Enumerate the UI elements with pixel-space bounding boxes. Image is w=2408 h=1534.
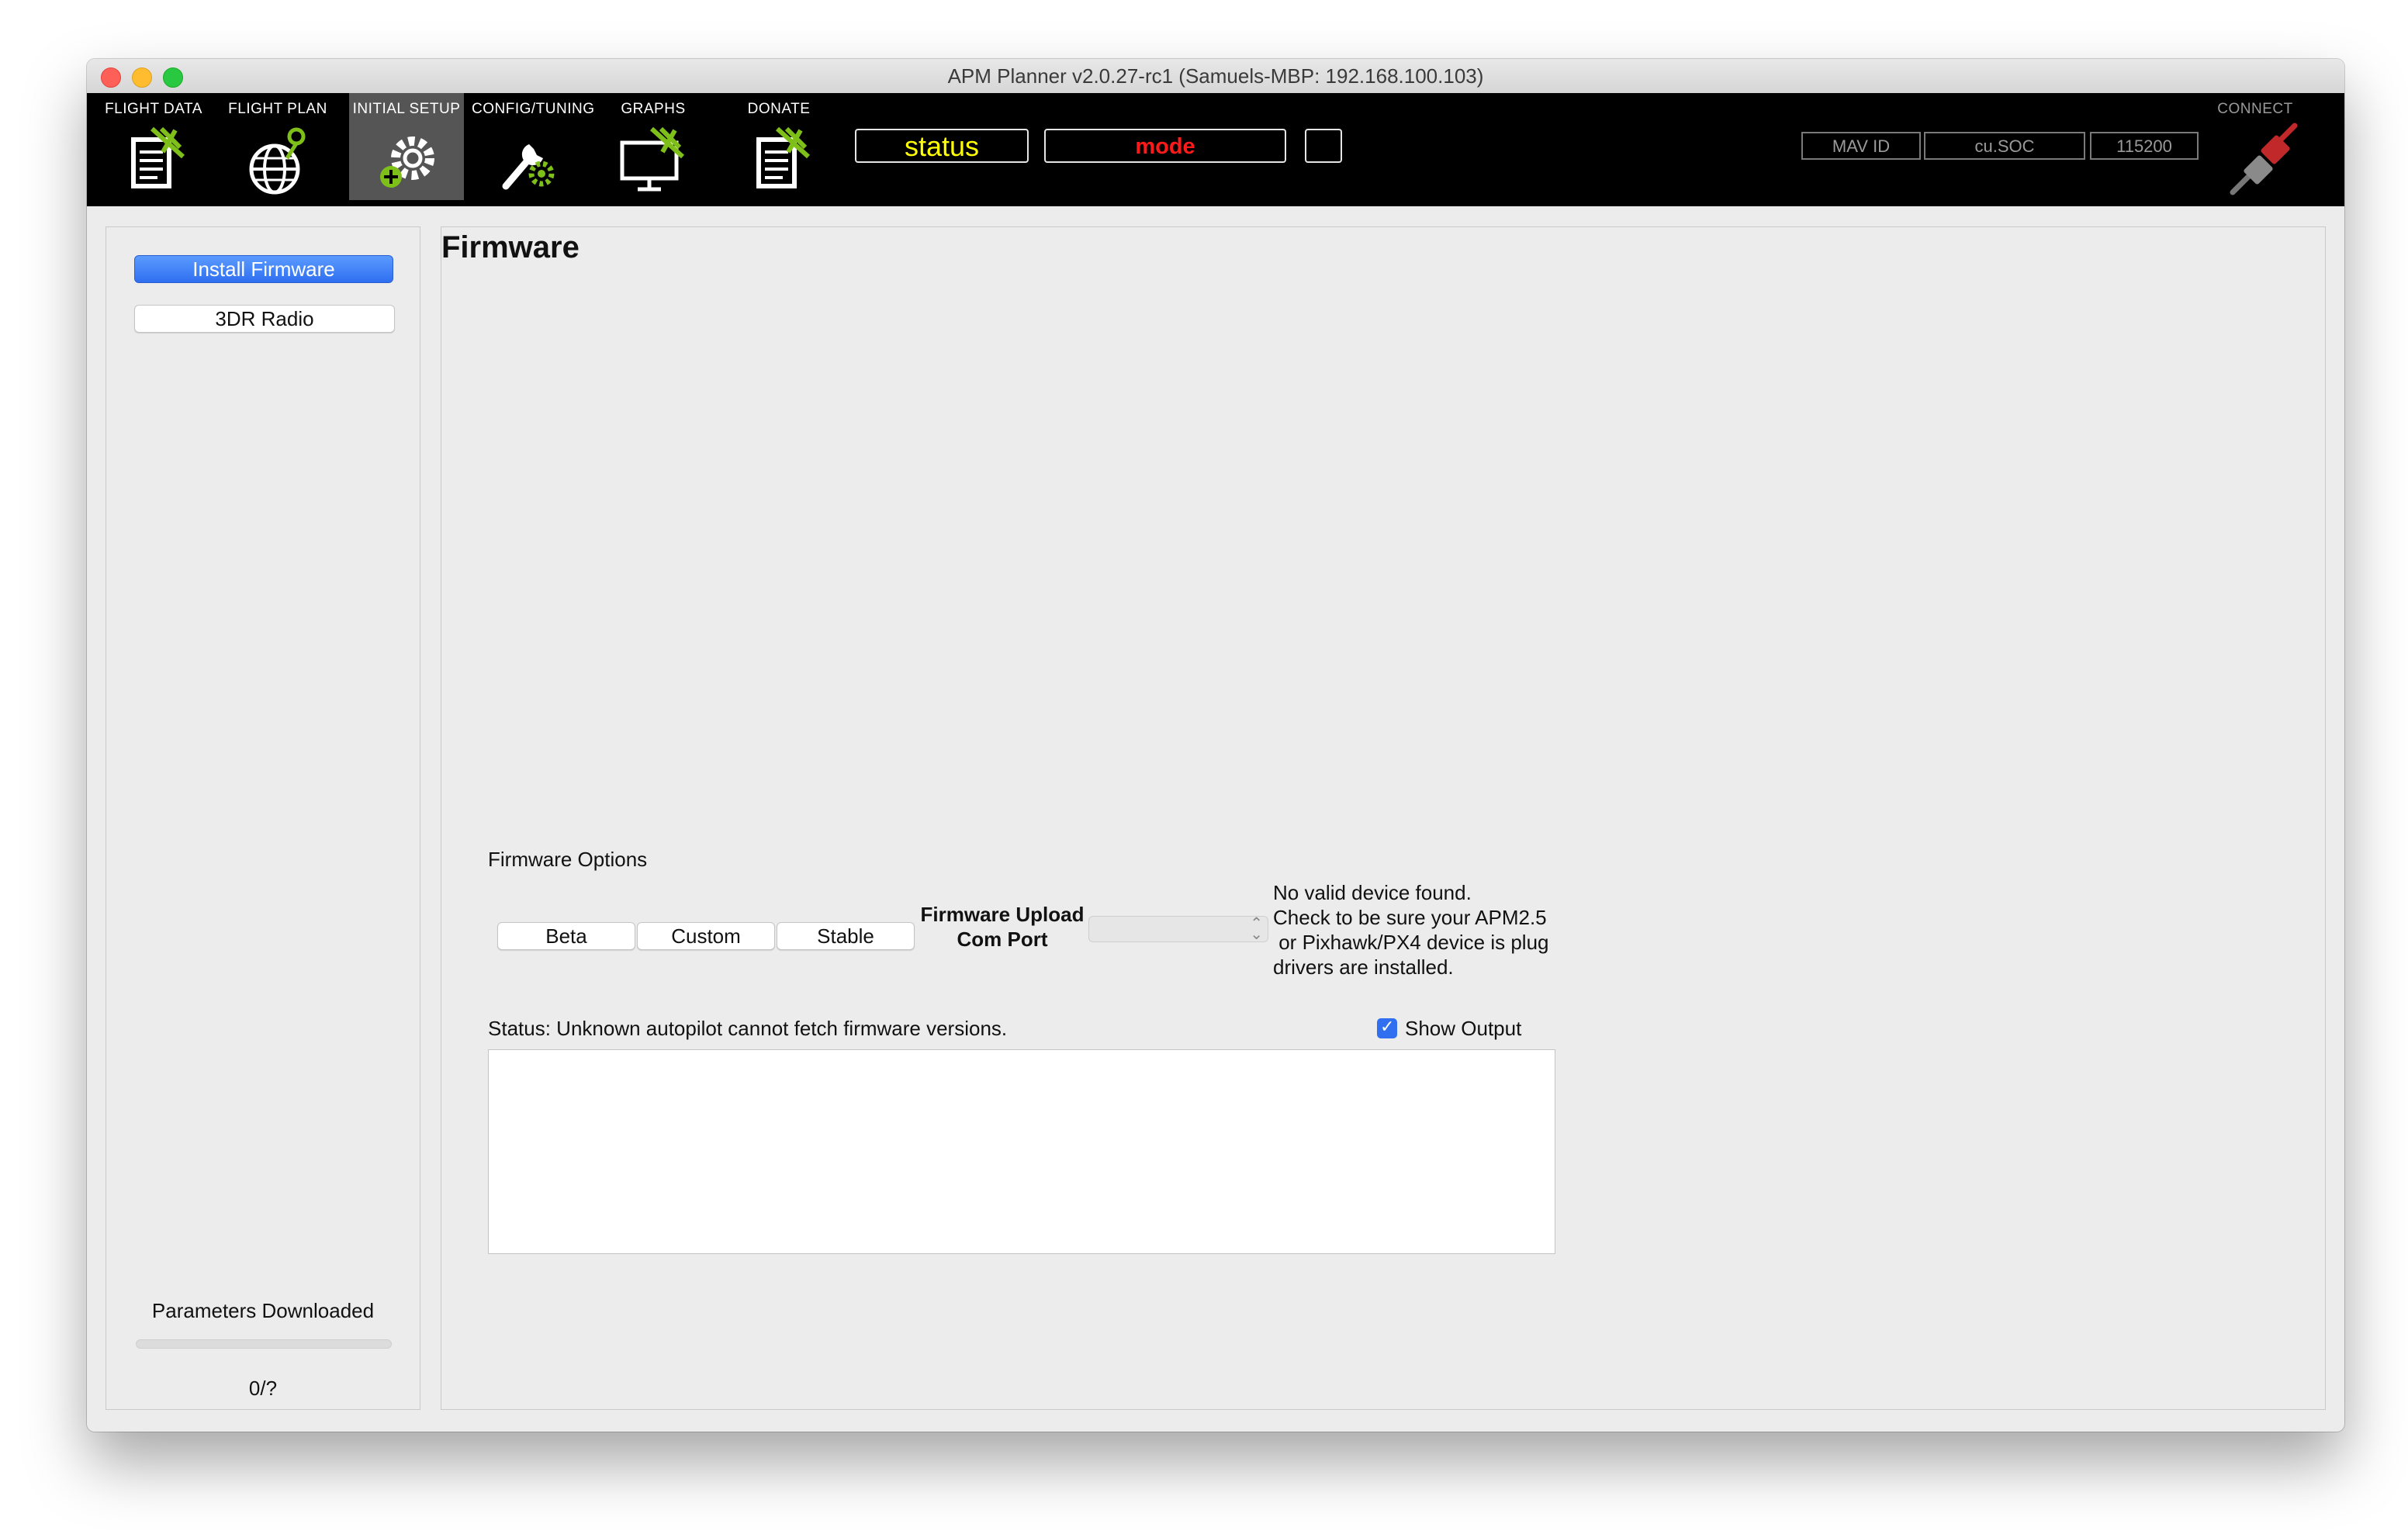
tab-flight-plan-label: FLIGHT PLAN <box>228 101 327 117</box>
tab-flight-plan[interactable]: FLIGHT PLAN <box>220 93 335 200</box>
mode-display: mode <box>1044 129 1286 163</box>
page-title: Firmware <box>441 230 580 264</box>
show-output-label: Show Output <box>1405 1017 1522 1040</box>
setup-sidebar: Install Firmware 3DR Radio Parameters Do… <box>106 226 420 1410</box>
select-arrows-icon: ⌃ ⌄ <box>1250 915 1263 943</box>
title-bar: APM Planner v2.0.27-rc1 (Samuels-MBP: 19… <box>87 59 2344 94</box>
tab-config-tuning[interactable]: CONFIG/TUNING <box>472 93 595 200</box>
checkmark-icon: ✓ <box>1380 1017 1395 1036</box>
parameters-downloaded-label: Parameters Downloaded <box>151 1299 375 1322</box>
beta-button[interactable]: Beta <box>497 922 635 950</box>
connect-label: CONNECT <box>2217 101 2293 117</box>
tab-config-tuning-label: CONFIG/TUNING <box>472 101 595 117</box>
main-toolbar: FLIGHT DATA FLIGHT PLAN INITIAL SETUP CO… <box>87 93 2344 206</box>
close-window-button[interactable] <box>101 67 121 88</box>
firmware-options-label: Firmware Options <box>488 848 648 871</box>
device-msg-line: drivers are installed. <box>1273 955 1454 979</box>
tab-initial-setup[interactable]: INITIAL SETUP <box>349 93 464 200</box>
firmware-panel: Firmware Firmware Options Beta Custom St… <box>441 226 2326 1410</box>
status-display: status <box>855 129 1029 163</box>
show-output-checkbox[interactable]: ✓ <box>1377 1017 1397 1038</box>
tab-donate-label: DONATE <box>747 101 811 117</box>
firmware-upload-label: Firmware Upload Com Port <box>913 902 1092 952</box>
tab-donate[interactable]: DONATE <box>721 93 836 200</box>
mav-id-field[interactable]: MAV ID <box>1801 132 1921 160</box>
flight-plan-icon <box>249 127 306 195</box>
tab-flight-data-label: FLIGHT DATA <box>105 101 202 117</box>
app-window: APM Planner v2.0.27-rc1 (Samuels-MBP: 19… <box>87 59 2344 1432</box>
config-tuning-icon <box>502 144 555 190</box>
parameters-count: 0/? <box>248 1377 278 1400</box>
donate-icon <box>756 126 811 188</box>
baud-select[interactable]: 115200 <box>2090 132 2199 160</box>
window-title: APM Planner v2.0.27-rc1 (Samuels-MBP: 19… <box>947 64 1484 88</box>
minimize-window-button[interactable] <box>132 67 152 88</box>
graphs-icon <box>620 126 685 192</box>
tab-graphs[interactable]: GRAPHS <box>596 93 711 200</box>
zoom-window-button[interactable] <box>163 67 183 88</box>
indicator-box <box>1305 129 1342 163</box>
firmware-upload-label-line1: Firmware Upload <box>920 903 1085 926</box>
3dr-radio-button[interactable]: 3DR Radio <box>134 305 395 333</box>
output-textarea[interactable] <box>488 1049 1555 1254</box>
install-firmware-button[interactable]: Install Firmware <box>134 255 393 283</box>
com-port-select[interactable]: ⌃ ⌄ <box>1088 916 1268 942</box>
port-select[interactable]: cu.SOC <box>1924 132 2085 160</box>
connect-plug-icon[interactable] <box>2225 121 2302 199</box>
device-status-message: No valid device found. Check to be sure … <box>1273 880 1557 979</box>
device-msg-line: or Pixhawk/PX4 device is plug <box>1273 931 1549 954</box>
stable-button[interactable]: Stable <box>777 922 915 950</box>
flight-data-icon <box>131 126 185 188</box>
tab-initial-setup-label: INITIAL SETUP <box>352 101 461 117</box>
status-prefix: Status: <box>488 1017 551 1040</box>
show-output-toggle[interactable]: ✓ Show Output <box>1377 1017 1521 1041</box>
device-msg-line: Check to be sure your APM2.5 <box>1273 906 1547 929</box>
tab-flight-data[interactable]: FLIGHT DATA <box>96 93 211 200</box>
status-text: Unknown autopilot cannot fetch firmware … <box>556 1017 1008 1040</box>
firmware-status: Status: Unknown autopilot cannot fetch f… <box>488 1017 1007 1041</box>
tab-graphs-label: GRAPHS <box>621 101 686 117</box>
parameters-progress-bar <box>136 1339 392 1349</box>
firmware-upload-label-line2: Com Port <box>957 928 1048 951</box>
initial-setup-icon <box>380 136 434 188</box>
device-msg-line: No valid device found. <box>1273 881 1472 904</box>
custom-button[interactable]: Custom <box>637 922 775 950</box>
